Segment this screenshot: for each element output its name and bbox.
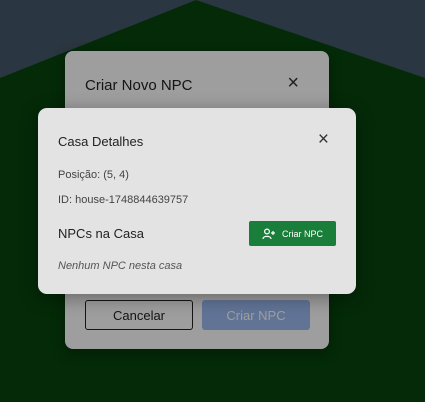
create-npc-button[interactable]: Criar NPC (249, 221, 336, 246)
close-icon[interactable]: × (318, 130, 329, 149)
house-id: ID: house-1748844639757 (58, 194, 189, 206)
user-plus-icon (262, 227, 276, 240)
modal-title: Casa Detalhes (58, 134, 144, 149)
npcs-heading: NPCs na Casa (58, 226, 144, 241)
empty-npc-list: Nenhum NPC nesta casa (58, 260, 183, 272)
create-npc-label: Criar NPC (281, 228, 323, 239)
house-details-modal: Casa Detalhes × Posição: (5, 4) ID: hous… (38, 108, 356, 294)
house-position: Posição: (5, 4) (58, 169, 129, 181)
